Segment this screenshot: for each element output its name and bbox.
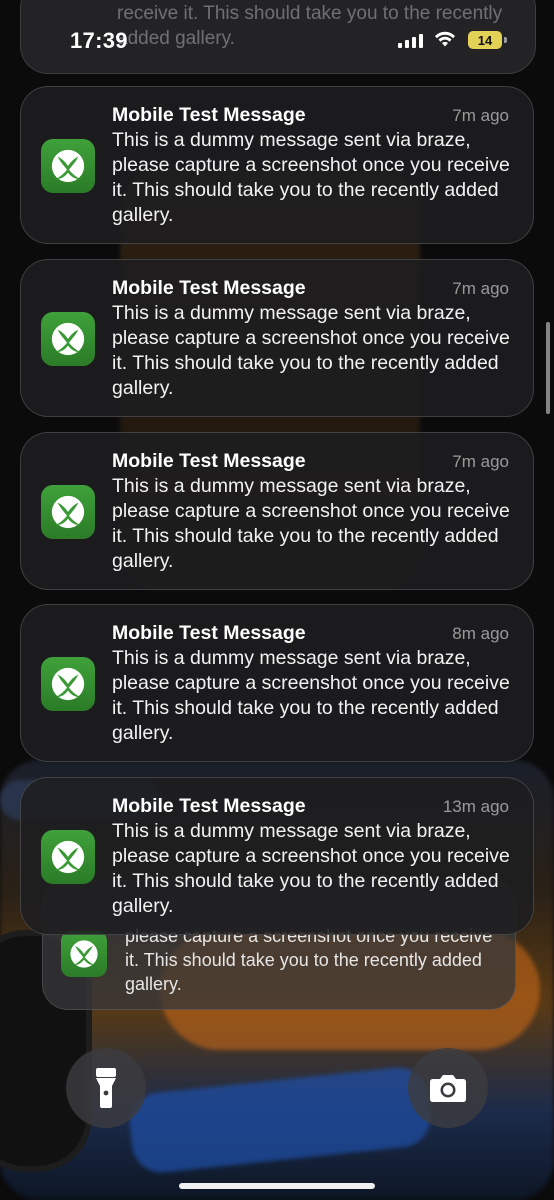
notification-body: This is a dummy message sent via braze, … <box>112 475 510 572</box>
notification-title: Mobile Test Message <box>112 622 306 644</box>
scroll-indicator[interactable] <box>546 322 550 414</box>
battery-icon: 14 <box>468 31 502 49</box>
camera-icon <box>430 1075 466 1102</box>
battery-level: 14 <box>477 32 493 48</box>
home-indicator[interactable] <box>179 1183 375 1189</box>
notification-title: Mobile Test Message <box>112 795 306 817</box>
notification-title: Mobile Test Message <box>112 277 306 299</box>
notification-body: This is a dummy message sent via braze, … <box>112 647 510 744</box>
notification-time: 8m ago <box>452 624 509 643</box>
camera-button[interactable] <box>408 1048 488 1128</box>
notification-time: 7m ago <box>452 106 509 125</box>
notification-time: 13m ago <box>442 797 509 816</box>
notification-card[interactable]: Mobile Test Message 7m ago This is a dum… <box>20 432 534 590</box>
notification-title: Mobile Test Message <box>112 104 306 126</box>
notification-time: 7m ago <box>452 452 509 471</box>
xbox-icon <box>41 312 95 366</box>
notification-card[interactable]: Mobile Test Message 8m ago This is a dum… <box>20 604 534 762</box>
xbox-icon <box>41 657 95 711</box>
wifi-icon <box>435 31 455 47</box>
notification-title: Mobile Test Message <box>112 450 306 472</box>
xbox-icon <box>41 830 95 884</box>
notification-card[interactable]: Mobile Test Message 13m ago This is a du… <box>20 777 534 935</box>
notification-body: This is a dummy message sent via braze, … <box>112 820 510 917</box>
flashlight-button[interactable] <box>66 1048 146 1128</box>
notification-card[interactable]: Mobile Test Message 7m ago This is a dum… <box>20 259 534 417</box>
status-time: 17:39 <box>70 28 128 53</box>
notification-body: This is a dummy message sent via braze, … <box>112 129 510 226</box>
xbox-icon <box>41 485 95 539</box>
battery-tip <box>504 37 507 43</box>
notification-card[interactable]: Mobile Test Message 7m ago This is a dum… <box>20 86 534 244</box>
flashlight-icon <box>96 1068 116 1108</box>
xbox-icon <box>61 931 107 977</box>
notification-body: This is a dummy message sent via braze, … <box>112 302 510 399</box>
cellular-signal-icon <box>398 34 423 48</box>
xbox-icon <box>41 139 95 193</box>
status-bar: 17:39 14 <box>0 0 554 80</box>
notification-time: 7m ago <box>452 279 509 298</box>
